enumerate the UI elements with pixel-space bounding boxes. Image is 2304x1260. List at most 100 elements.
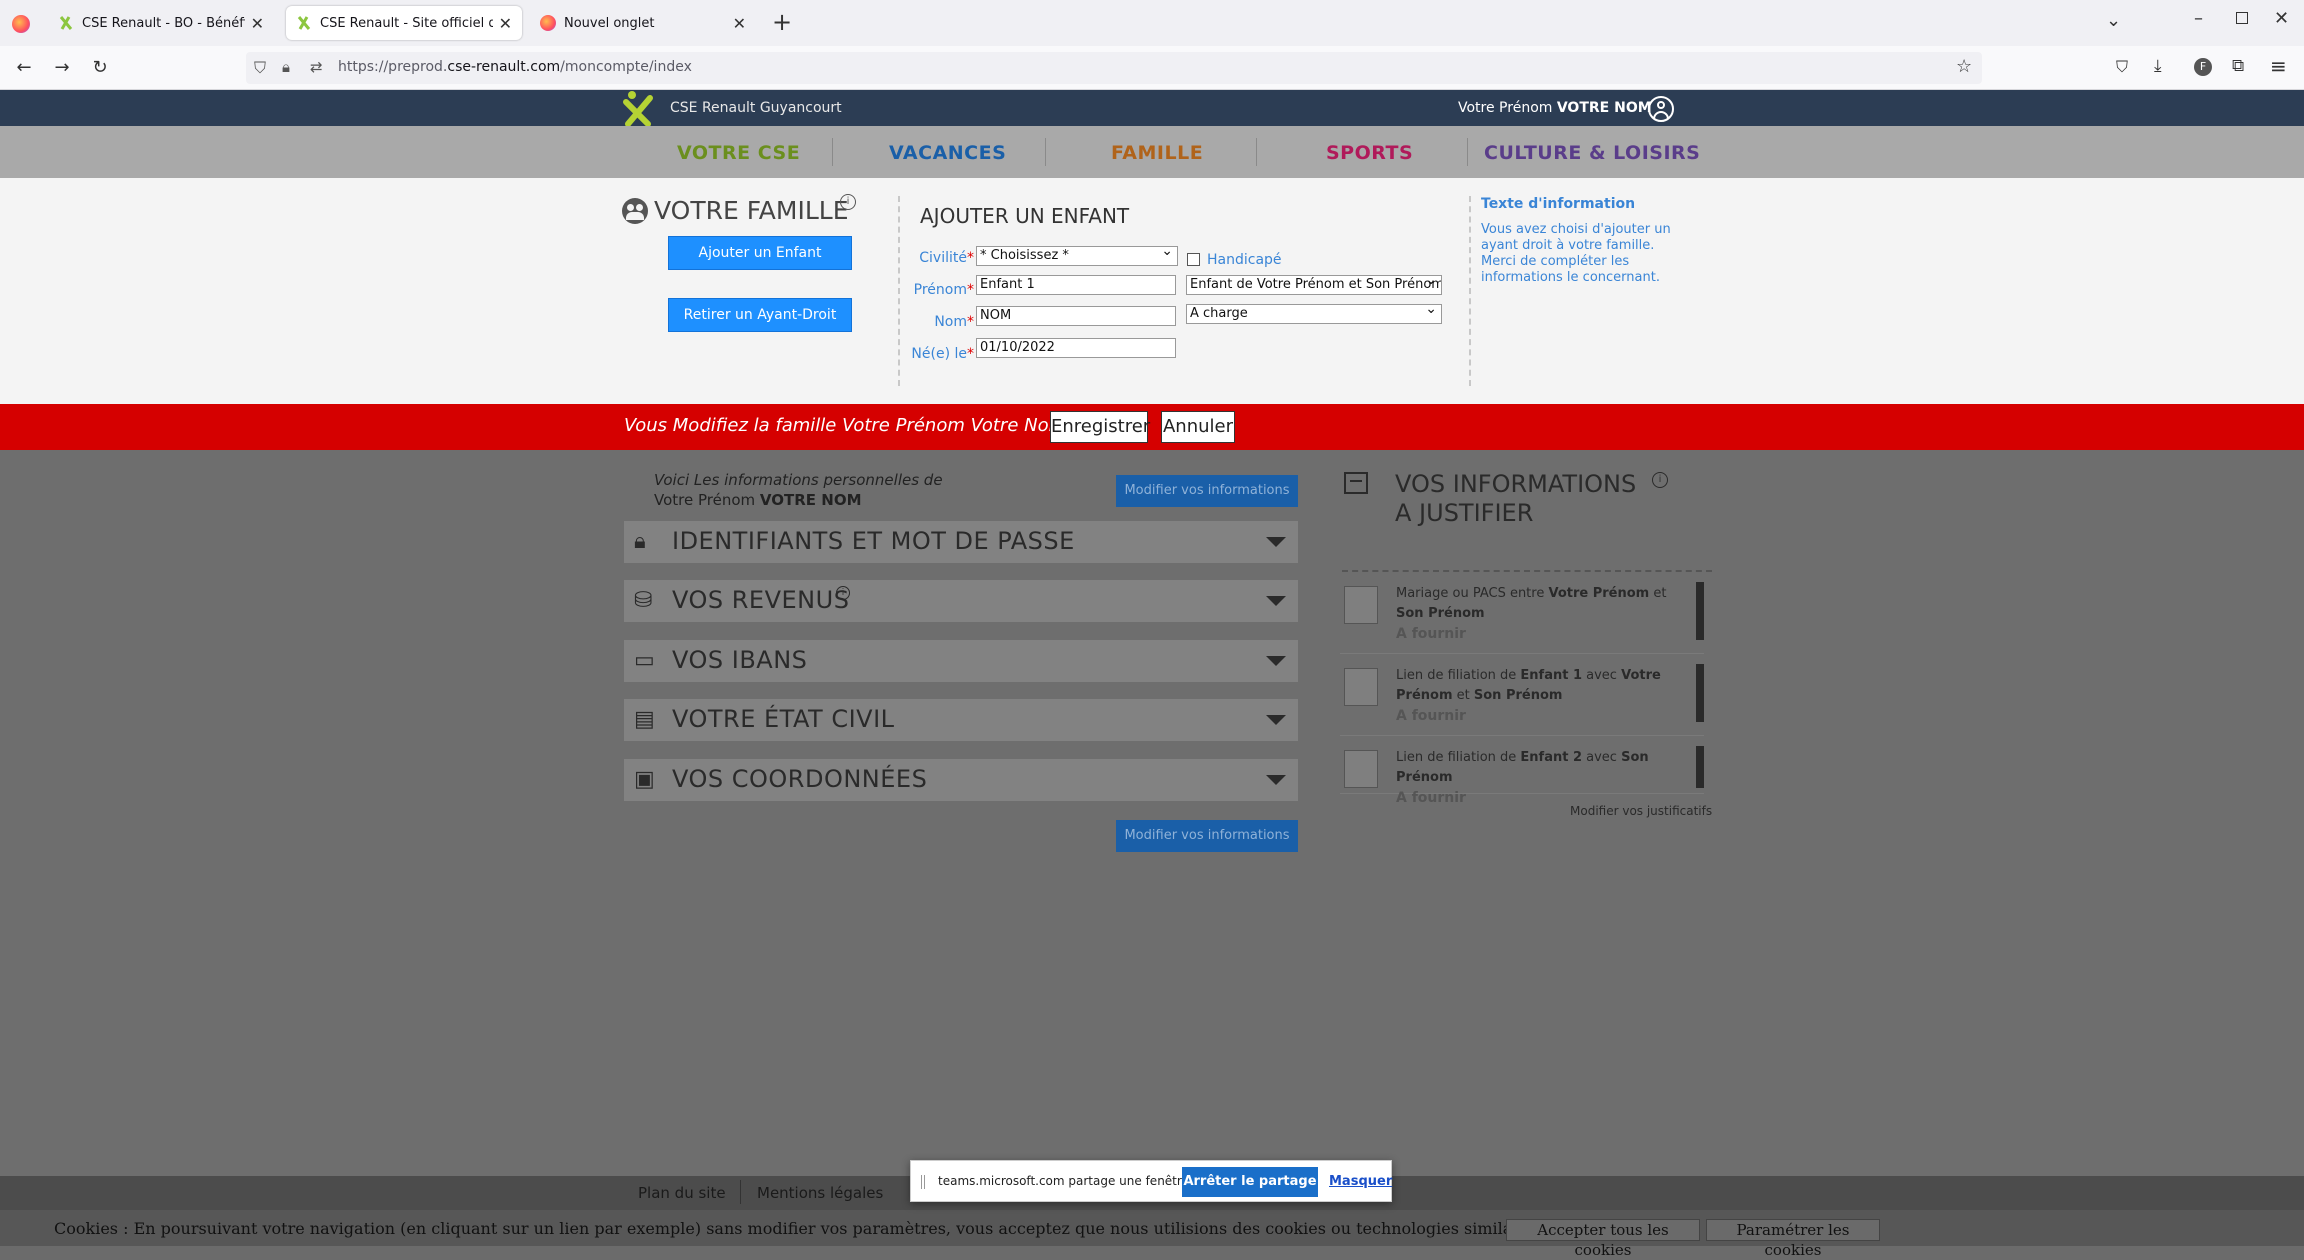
shield-icon[interactable]: ⛉: [254, 58, 266, 78]
firstname-input[interactable]: Enfant 1: [976, 275, 1176, 295]
document-icon: [1344, 750, 1378, 788]
edit-mode-bar: [0, 404, 2304, 450]
family-icon: [622, 198, 648, 224]
accept-cookies-button[interactable]: Accepter tous les cookies: [1506, 1219, 1700, 1259]
personal-info-intro: Voici Les informations personnelles de V…: [654, 471, 943, 509]
modify-justifs-link[interactable]: Modifier vos justificatifs: [1570, 804, 1712, 818]
info-icon[interactable]: i: [840, 194, 856, 210]
section-civil-status[interactable]: ▤ VOTRE ÉTAT CIVIL: [624, 699, 1298, 741]
civility-select[interactable]: * Choisissez *: [976, 246, 1178, 266]
tab-bo-beneficiaires[interactable]: CSE Renault - BO - Bénéficiaires ✕: [48, 6, 274, 40]
justify-divider: [1342, 570, 1712, 572]
info-title: Texte d'information: [1481, 196, 1636, 212]
birthdate-input[interactable]: 01/10/2022: [976, 338, 1176, 358]
cookie-settings-button[interactable]: Paramétrer les cookies: [1706, 1219, 1880, 1259]
menu-famille[interactable]: FAMILLE: [1111, 142, 1203, 164]
user-avatar-icon[interactable]: [1648, 96, 1674, 122]
user-name[interactable]: Votre Prénom VOTRE NOM: [1458, 100, 1652, 116]
close-tab-icon[interactable]: ✕: [499, 14, 512, 33]
civility-label: Civilité*: [919, 250, 974, 266]
handicap-checkbox[interactable]: [1187, 253, 1200, 266]
section-revenues[interactable]: ⛁ VOS REVENUS i: [624, 580, 1298, 622]
menu-divider: [1256, 138, 1257, 166]
dependent-select[interactable]: A charge: [1186, 304, 1442, 324]
lock-icon[interactable]: 🔒︎: [282, 58, 290, 76]
relation-select[interactable]: Enfant de Votre Prénom et Son Prénom: [1186, 275, 1442, 295]
menu-sports[interactable]: SPORTS: [1326, 142, 1413, 164]
status-to-provide: A fournir: [1396, 708, 1466, 724]
forward-icon[interactable]: →: [50, 56, 74, 80]
stop-sharing-button[interactable]: Arrêter le partage: [1182, 1167, 1318, 1197]
lock-icon: 🔒︎: [634, 529, 646, 554]
chevron-down-icon: [1266, 656, 1286, 666]
back-icon[interactable]: ←: [12, 56, 36, 80]
save-button[interactable]: Enregistrer: [1050, 411, 1150, 443]
archive-box-icon: [1344, 472, 1368, 494]
firefox-icon: [540, 15, 556, 31]
info-text: Vous avez choisi d'ajouter un ayant droi…: [1481, 222, 1671, 285]
justify-title: VOS INFORMATIONS A JUSTIFIER: [1395, 470, 1637, 527]
chevron-down-icon: [1266, 596, 1286, 606]
section-contact[interactable]: ▣ VOS COORDONNÉES: [624, 759, 1298, 801]
remove-beneficiary-button[interactable]: Retirer un Ayant-Droit: [668, 298, 852, 332]
close-tab-icon[interactable]: ✕: [733, 14, 746, 33]
app-menu-icon[interactable]: ≡: [2270, 54, 2287, 78]
menu-divider: [832, 138, 833, 166]
info-icon[interactable]: i: [836, 586, 850, 600]
drag-handle-icon[interactable]: [921, 1175, 925, 1189]
tab-site-officiel[interactable]: CSE Renault - Site officiel du Co ✕: [286, 6, 522, 40]
close-tab-icon[interactable]: ✕: [251, 14, 264, 33]
status-bar: [1696, 582, 1704, 640]
menu-divider: [1467, 138, 1468, 166]
firstname-label: Prénom*: [913, 282, 974, 298]
tab-nouvel-onglet[interactable]: Nouvel onglet ✕: [530, 6, 756, 40]
tab-title: CSE Renault - Site officiel du Co: [320, 15, 493, 31]
close-window-icon[interactable]: ✕: [2274, 8, 2289, 29]
screen-share-notification: teams.microsoft.com partage une fenêtre.…: [910, 1160, 1392, 1202]
status-to-provide: A fournir: [1396, 790, 1466, 806]
card-icon: ▭: [634, 648, 655, 673]
site-brand[interactable]: CSE Renault Guyancourt: [670, 100, 842, 116]
minimize-icon[interactable]: –: [2194, 8, 2203, 29]
new-tab-icon[interactable]: +: [772, 8, 792, 36]
footer-link-sitemap[interactable]: Plan du site: [638, 1184, 726, 1202]
list-tabs-icon[interactable]: ⌄: [2106, 10, 2121, 31]
pocket-icon[interactable]: ⛉: [2116, 57, 2128, 77]
handicap-label: Handicapé: [1207, 252, 1282, 268]
account-icon[interactable]: F: [2194, 58, 2212, 76]
restore-icon[interactable]: [2236, 12, 2248, 24]
extensions-icon[interactable]: ⧉: [2232, 56, 2244, 76]
download-icon[interactable]: ⤓: [2154, 56, 2162, 76]
bookmark-star-icon[interactable]: ☆: [1956, 56, 1972, 77]
menu-votre-cse[interactable]: VOTRE CSE: [677, 142, 800, 164]
document-icon: [1344, 586, 1378, 624]
modify-info-button-bottom[interactable]: Modifier vos informations: [1116, 820, 1298, 852]
id-card-icon: ▤: [634, 707, 655, 732]
reload-icon[interactable]: ↻: [88, 56, 112, 80]
justify-item-child2[interactable]: Lien de filiation de Enfant 2 avec Son P…: [1340, 744, 1704, 806]
footer-link-legal[interactable]: Mentions légales: [757, 1184, 883, 1202]
status-bar: [1696, 746, 1704, 788]
section-identifiers[interactable]: 🔒︎ IDENTIFIANTS ET MOT DE PASSE: [624, 521, 1298, 563]
wallet-icon: ▣: [634, 767, 655, 792]
justify-item-marriage[interactable]: Mariage ou PACS entre Votre Prénom et So…: [1340, 580, 1704, 654]
document-icon: [1344, 668, 1378, 706]
coins-icon: ⛁: [634, 588, 653, 613]
cancel-button[interactable]: Annuler: [1161, 411, 1235, 443]
cookie-text: Cookies : En poursuivant votre navigatio…: [54, 1219, 1548, 1238]
section-ibans[interactable]: ▭ VOS IBANS: [624, 640, 1298, 682]
modify-info-button-top[interactable]: Modifier vos informations: [1116, 475, 1298, 507]
family-title: VOTRE FAMILLE: [654, 196, 849, 225]
permissions-icon[interactable]: ⇄: [310, 58, 323, 76]
cse-logo[interactable]: [620, 88, 656, 126]
justify-item-child1[interactable]: Lien de filiation de Enfant 1 avec Votre…: [1340, 662, 1704, 736]
add-child-button[interactable]: Ajouter un Enfant: [668, 236, 852, 270]
url-text[interactable]: https://preprod.cse-renault.com/moncompt…: [338, 59, 692, 75]
cse-logo-icon: [297, 16, 311, 30]
menu-vacances[interactable]: VACANCES: [889, 142, 1006, 164]
firefox-menu-icon[interactable]: [12, 15, 30, 33]
menu-culture-loisirs[interactable]: CULTURE & LOISIRS: [1484, 142, 1700, 164]
info-icon[interactable]: i: [1652, 472, 1668, 488]
hide-link[interactable]: Masquer: [1329, 1174, 1392, 1189]
lastname-input[interactable]: NOM: [976, 306, 1176, 326]
